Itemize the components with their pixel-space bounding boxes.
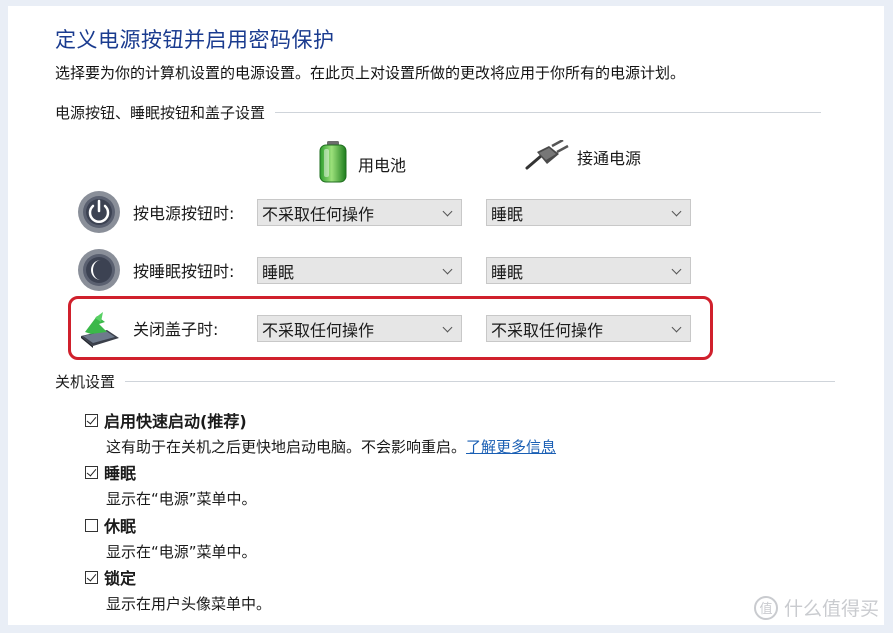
lid-close-battery-select[interactable]: 不采取任何操作 — [257, 315, 462, 342]
power-button-battery-select[interactable]: 不采取任何操作 — [257, 199, 462, 226]
lid-close-plugged-select[interactable]: 不采取任何操作 — [486, 315, 691, 342]
select-value: 睡眠 — [262, 262, 295, 282]
sleep-button-icon — [77, 248, 121, 292]
lock-checkbox[interactable] — [85, 570, 98, 584]
fast-startup-option: 启用快速启动(推荐) 这有助于在关机之后更快地启动电脑。不会影响重启。了解更多信… — [85, 408, 556, 457]
chevron-down-icon — [442, 322, 453, 333]
power-section-title: 电源按钮、睡眠按钮和盖子设置 — [55, 104, 266, 122]
select-value: 睡眠 — [491, 262, 524, 282]
shutdown-section-heading: 关机设置 — [55, 371, 836, 392]
chevron-down-icon — [442, 206, 453, 217]
lid-close-label: 关闭盖子时: — [133, 320, 219, 339]
chevron-down-icon — [671, 322, 682, 333]
sleep-checkbox[interactable] — [85, 465, 98, 479]
hibernate-option: 休眠 显示在“电源”菜单中。 — [85, 513, 257, 562]
plugged-column-label: 接通电源 — [577, 149, 642, 168]
sleep-button-plugged-select[interactable]: 睡眠 — [486, 257, 691, 284]
sleep-button-battery-select[interactable]: 睡眠 — [257, 257, 462, 284]
section-divider — [275, 112, 822, 113]
power-section-heading: 电源按钮、睡眠按钮和盖子设置 — [55, 102, 822, 123]
battery-column-header: 用电池 — [316, 140, 406, 188]
watermark: 值 什么值得买 — [753, 594, 879, 621]
laptop-lid-icon — [77, 306, 121, 350]
lock-desc: 显示在用户头像菜单中。 — [106, 595, 272, 613]
battery-column-label: 用电池 — [358, 156, 407, 175]
power-button-plugged-select[interactable]: 睡眠 — [486, 199, 691, 226]
hibernate-checkbox[interactable] — [85, 518, 98, 532]
lock-title: 锁定 — [104, 569, 137, 588]
power-button-label: 按电源按钮时: — [133, 204, 235, 223]
chevron-down-icon — [671, 206, 682, 217]
section-divider — [125, 381, 836, 382]
fast-startup-desc-text: 这有助于在关机之后更快地启动电脑。不会影响重启。 — [106, 438, 467, 456]
plugged-column-header: 接通电源 — [525, 138, 642, 174]
power-button-row: 按电源按钮时: — [77, 188, 257, 236]
power-button-icon — [77, 190, 121, 234]
sleep-title: 睡眠 — [104, 464, 137, 483]
shutdown-section-title: 关机设置 — [55, 373, 116, 391]
select-value: 不采取任何操作 — [262, 320, 375, 340]
page-subtitle: 选择要为你的计算机设置的电源设置。在此页上对设置所做的更改将应用于你所有的电源计… — [55, 64, 686, 82]
fast-startup-desc: 这有助于在关机之后更快地启动电脑。不会影响重启。了解更多信息 — [106, 436, 556, 457]
chevron-down-icon — [442, 264, 453, 275]
watermark-logo-icon: 值 — [753, 595, 778, 620]
power-plug-icon — [525, 138, 569, 174]
select-value: 睡眠 — [491, 204, 524, 224]
battery-icon — [316, 140, 350, 188]
hibernate-title: 休眠 — [104, 517, 137, 536]
fast-startup-checkbox[interactable] — [85, 413, 98, 427]
select-value: 不采取任何操作 — [262, 204, 375, 224]
sleep-button-row: 按睡眠按钮时: — [77, 246, 257, 294]
learn-more-link[interactable]: 了解更多信息 — [466, 438, 556, 456]
settings-panel: 定义电源按钮并启用密码保护 选择要为你的计算机设置的电源设置。在此页上对设置所做… — [8, 6, 884, 625]
lock-option: 锁定 显示在用户头像菜单中。 — [85, 565, 271, 614]
page-title: 定义电源按钮并启用密码保护 — [55, 28, 335, 52]
hibernate-desc: 显示在“电源”菜单中。 — [106, 543, 257, 561]
chevron-down-icon — [671, 264, 682, 275]
lid-close-row: 关闭盖子时: — [77, 304, 257, 352]
sleep-option: 睡眠 显示在“电源”菜单中。 — [85, 460, 257, 509]
sleep-desc: 显示在“电源”菜单中。 — [106, 490, 257, 508]
watermark-text: 什么值得买 — [783, 598, 879, 620]
select-value: 不采取任何操作 — [491, 320, 604, 340]
sleep-button-label: 按睡眠按钮时: — [133, 262, 235, 281]
fast-startup-title: 启用快速启动(推荐) — [104, 412, 247, 431]
